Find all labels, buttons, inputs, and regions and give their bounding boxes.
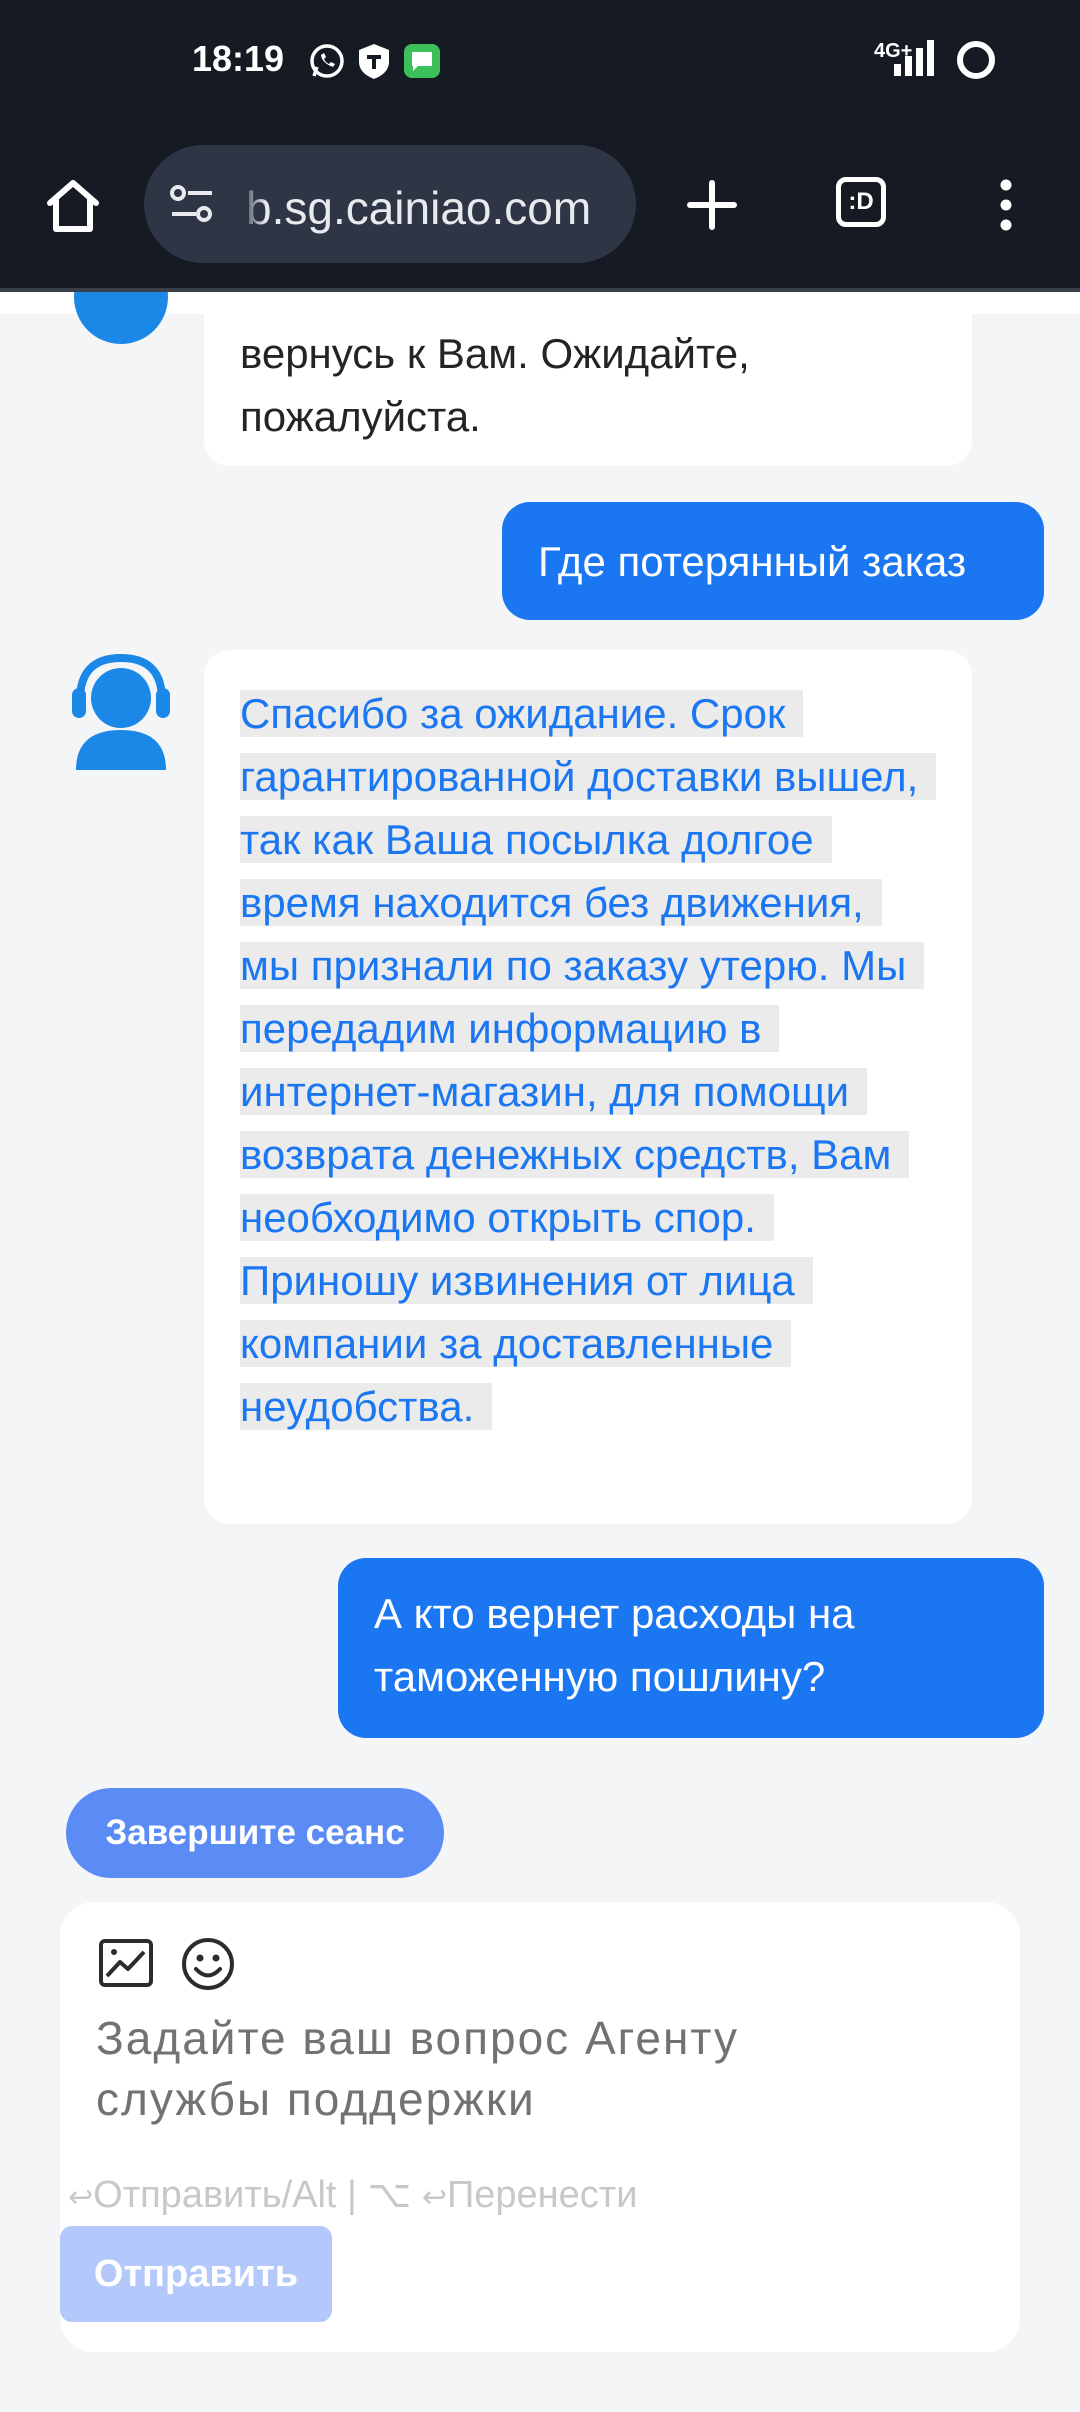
- agent-avatar: [74, 292, 168, 344]
- messages-icon: [404, 44, 440, 78]
- more-options-icon[interactable]: [996, 177, 1016, 233]
- agent-avatar-icon: [72, 653, 170, 770]
- message-input[interactable]: Задайте ваш вопрос Агенту службы поддерж…: [96, 2008, 896, 2130]
- hint-newline: Перенести: [446, 2174, 638, 2216]
- tab-switcher-button[interactable]: :D: [836, 177, 886, 227]
- url-text: b.sg.cainiao.com: [246, 182, 592, 234]
- vpn-key-icon: [359, 44, 389, 79]
- status-time: 18:19: [192, 38, 285, 79]
- agent-message: Спасибо за ожидание. Срок гарантированно…: [204, 650, 972, 1524]
- hint-send: Отправить/Alt | ⌥: [93, 2174, 422, 2216]
- whatsapp-icon: [310, 44, 344, 78]
- message-text: Спасибо за ожидание. Срок гарантированно…: [240, 682, 937, 1438]
- status-bar: 18:19 4G+: [0, 0, 1080, 125]
- address-bar[interactable]: b.sg.cainiao.com: [144, 145, 636, 263]
- user-message: А кто вернет расходы на таможенную пошли…: [338, 1558, 1044, 1738]
- end-session-button[interactable]: Завершите сеанс: [66, 1788, 444, 1878]
- send-button[interactable]: Отправить: [60, 2226, 332, 2322]
- message-text: Где потерянный заказ: [538, 537, 967, 585]
- signal-icon: [894, 40, 934, 76]
- url-fade: [240, 145, 266, 263]
- emoji-icon[interactable]: [180, 1936, 236, 1992]
- loading-ring-icon: [957, 41, 995, 79]
- tab-switcher-label: :D: [848, 188, 874, 215]
- site-settings-icon[interactable]: [168, 183, 216, 225]
- message-highlight: Спасибо за ожидание. Срок гарантированно…: [240, 690, 937, 1430]
- message-composer: Задайте ваш вопрос Агенту службы поддерж…: [60, 1902, 1020, 2352]
- image-upload-icon[interactable]: [98, 1938, 154, 1988]
- agent-message: вернусь к Вам. Ожидайте, пожалуйста.: [204, 292, 972, 466]
- keyboard-hint: ↩Отправить/Alt | ⌥ ↩Перенести: [68, 2174, 638, 2216]
- message-text: А кто вернет расходы на таможенную пошли…: [374, 1590, 855, 1700]
- new-tab-icon[interactable]: [686, 179, 738, 231]
- user-message: Где потерянный заказ: [502, 502, 1044, 620]
- home-icon[interactable]: [42, 175, 104, 237]
- browser-toolbar: b.sg.cainiao.com :D: [0, 125, 1080, 288]
- message-text: вернусь к Вам. Ожидайте, пожалуйста.: [240, 330, 750, 440]
